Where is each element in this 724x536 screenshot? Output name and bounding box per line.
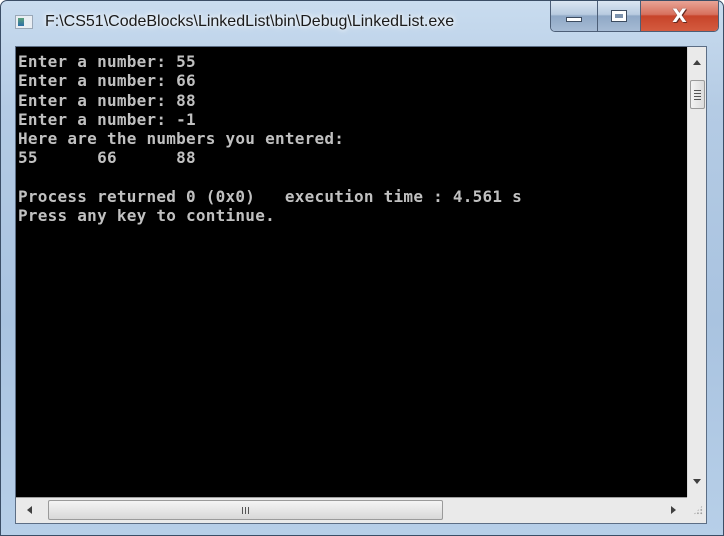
- minimize-icon: [566, 16, 582, 22]
- console-line: Enter a number: -1: [18, 109, 196, 129]
- console-app-icon[interactable]: [15, 15, 33, 29]
- console-line: 55 66 88: [18, 148, 196, 168]
- console-line: Press any key to continue.: [18, 206, 275, 226]
- window-title: F:\CS51\CodeBlocks\LinkedList\bin\Debug\…: [45, 13, 455, 30]
- console-output[interactable]: Enter a number: 55 Enter a number: 66 Ente…: [16, 47, 687, 497]
- console-line: Enter a number: 55: [18, 52, 196, 71]
- maximize-icon: [611, 10, 627, 22]
- console-line: Enter a number: 66: [18, 71, 196, 91]
- arrow-left-icon[interactable]: [27, 506, 32, 514]
- vertical-scrollbar[interactable]: [687, 47, 706, 497]
- title-bar[interactable]: F:\CS51\CodeBlocks\LinkedList\bin\Debug\…: [1, 1, 723, 45]
- console-line: Here are the numbers you entered:: [18, 129, 345, 149]
- close-icon: X: [672, 5, 687, 27]
- console-line: Enter a number: 88: [18, 90, 196, 110]
- console-window: F:\CS51\CodeBlocks\LinkedList\bin\Debug\…: [0, 0, 724, 536]
- resize-grip-icon: [693, 505, 703, 515]
- console-text: Enter a number: 55 Enter a number: 66 Ente…: [16, 47, 687, 226]
- close-button[interactable]: X: [641, 1, 718, 31]
- size-grip[interactable]: [687, 497, 706, 523]
- arrow-up-icon[interactable]: [693, 60, 701, 65]
- caption-buttons: X: [550, 1, 719, 32]
- console-line: Process returned 0 (0x0) execution time …: [18, 187, 523, 207]
- maximize-button[interactable]: [598, 1, 641, 31]
- arrow-right-icon[interactable]: [671, 506, 676, 514]
- horizontal-scrollbar[interactable]: [16, 497, 687, 523]
- horizontal-scroll-thumb[interactable]: [48, 500, 443, 520]
- console-client-area: Enter a number: 55 Enter a number: 66 Ente…: [15, 46, 707, 524]
- vertical-scroll-thumb[interactable]: [690, 80, 705, 109]
- arrow-down-icon[interactable]: [693, 479, 701, 484]
- minimize-button[interactable]: [551, 1, 598, 31]
